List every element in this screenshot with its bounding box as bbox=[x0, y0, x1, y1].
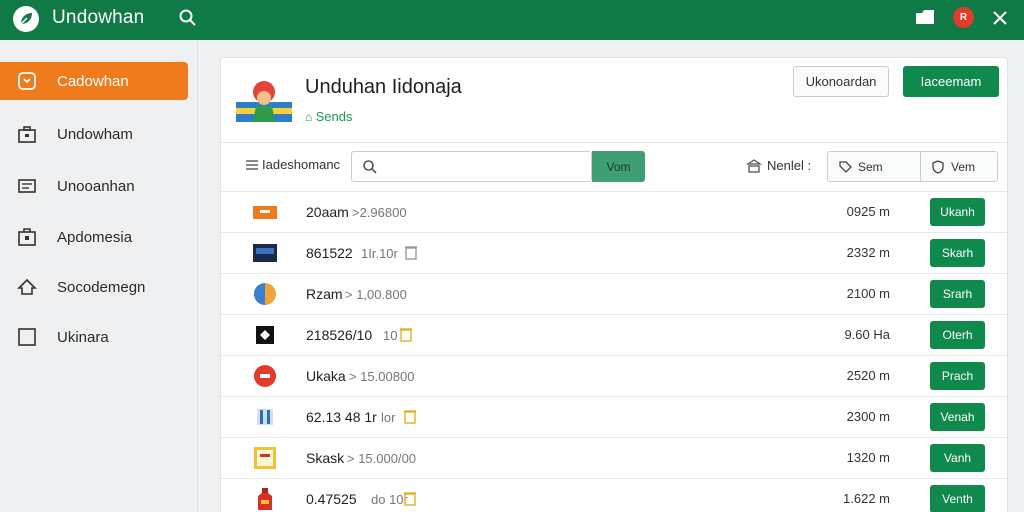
app-logo-icon[interactable] bbox=[13, 6, 39, 32]
red-bottle-icon bbox=[252, 487, 278, 511]
home-small-icon: ⌂ bbox=[305, 110, 316, 124]
primary-button[interactable]: Iaceemam bbox=[903, 66, 999, 97]
download-icon bbox=[17, 71, 37, 91]
view-toggle-sem[interactable]: Sem bbox=[827, 151, 921, 182]
row-name: 861522 bbox=[306, 245, 353, 261]
trash-icon[interactable] bbox=[403, 490, 417, 506]
sidebar-item-cadowhan[interactable]: Cadowhan bbox=[0, 62, 188, 100]
row-action-button[interactable]: Venah bbox=[930, 403, 985, 431]
row-size: 2332 m bbox=[846, 245, 890, 260]
card-dark-icon bbox=[252, 241, 278, 265]
row-size: 1320 m bbox=[846, 450, 890, 465]
sidebar-item-label: Socodemegn bbox=[57, 278, 146, 296]
row-action-button[interactable]: Skarh bbox=[930, 239, 985, 267]
search-icon[interactable] bbox=[178, 8, 198, 28]
briefcase-icon bbox=[17, 124, 37, 144]
yellow-frame-icon bbox=[252, 446, 278, 470]
view-toggle-vem[interactable]: Vem bbox=[920, 151, 998, 182]
sidebar-item-label: Unooanhan bbox=[57, 177, 135, 195]
row-meta: lor bbox=[381, 410, 396, 425]
home-icon bbox=[17, 277, 37, 297]
row-size: 9.60 Ha bbox=[844, 327, 890, 342]
row-meta: > 15.000/00 bbox=[347, 451, 417, 466]
row-meta: >2.96800 bbox=[352, 205, 407, 220]
row-action-button[interactable]: Prach bbox=[930, 362, 985, 390]
shield-icon bbox=[931, 159, 945, 174]
mascot-icon bbox=[236, 72, 292, 122]
header-divider bbox=[221, 142, 1007, 143]
row-name: 0.47525 bbox=[306, 491, 357, 507]
row-name: Skask bbox=[306, 450, 345, 466]
list-item[interactable]: 20aam >2.96800 0925 m Ukanh bbox=[221, 191, 1007, 232]
sidebar-item-unooanhan[interactable]: Unooanhan bbox=[0, 167, 188, 205]
row-size: 2300 m bbox=[846, 409, 890, 424]
list-item[interactable]: Rzam > 1,00.800 2100 m Srarh bbox=[221, 273, 1007, 314]
page-subtitle: ⌂ Sends bbox=[305, 109, 353, 124]
slide-orange-icon bbox=[252, 200, 278, 224]
list-item[interactable]: 861522 1Ir.10r 2332 m Skarh bbox=[221, 232, 1007, 273]
trash-icon[interactable] bbox=[399, 326, 413, 342]
row-action-button[interactable]: Vanh bbox=[930, 444, 985, 472]
close-icon[interactable] bbox=[990, 8, 1010, 28]
list-icon bbox=[17, 176, 37, 196]
search-button[interactable]: Vom bbox=[592, 151, 645, 182]
row-action-button[interactable]: Ukanh bbox=[930, 198, 985, 226]
list-item[interactable]: 218526/10 10 9.60 Ha Oterh bbox=[221, 314, 1007, 355]
tag-icon bbox=[838, 160, 852, 174]
folder-icon[interactable] bbox=[914, 8, 936, 26]
sidebar-item-undowham[interactable]: Undowham bbox=[0, 115, 188, 153]
secondary-button[interactable]: Ukonoardan bbox=[793, 66, 889, 97]
row-name: 62.13 48 1r bbox=[306, 409, 377, 425]
filter-label: Iadeshomanc bbox=[262, 157, 341, 172]
pill-blue-icon bbox=[252, 282, 278, 306]
list-item[interactable]: 0.47525 do 10r 1.622 m Venth bbox=[221, 478, 1007, 512]
list-item[interactable]: 62.13 48 1r lor 2300 m Venah bbox=[221, 396, 1007, 437]
row-name: Ukaka bbox=[306, 368, 346, 384]
notification-badge[interactable]: R bbox=[953, 7, 974, 28]
search-icon bbox=[362, 159, 378, 175]
row-size: 1.622 m bbox=[843, 491, 890, 506]
list-item[interactable]: Skask > 15.000/00 1320 m Vanh bbox=[221, 437, 1007, 478]
top-bar: Undowhan R bbox=[0, 0, 1024, 40]
row-size: 2100 m bbox=[846, 286, 890, 301]
trash-icon[interactable] bbox=[404, 244, 418, 260]
row-meta: > 1,00.800 bbox=[345, 287, 407, 302]
app-title: Undowhan bbox=[52, 7, 145, 28]
black-box-icon bbox=[252, 323, 278, 347]
row-meta: 10 bbox=[383, 328, 398, 343]
main-panel: Unduhan Iidonaja ⌂ Sends Ukonoardan Iace… bbox=[220, 57, 1008, 512]
sort-icon bbox=[745, 158, 763, 174]
row-meta: 1Ir.10r bbox=[361, 246, 398, 261]
square-icon bbox=[17, 327, 37, 347]
sidebar-item-label: Apdomesia bbox=[57, 228, 133, 246]
list-item[interactable]: Ukaka > 15.00800 2520 m Prach bbox=[221, 355, 1007, 396]
red-circle-icon bbox=[252, 364, 278, 388]
row-size: 2520 m bbox=[846, 368, 890, 383]
row-action-button[interactable]: Venth bbox=[930, 485, 985, 512]
sidebar-item-label: Ukinara bbox=[57, 328, 109, 346]
sort-label: Nenlel : bbox=[767, 158, 812, 173]
row-name: 20aam bbox=[306, 204, 349, 220]
box-icon bbox=[17, 227, 37, 247]
sidebar-item-apdomesia[interactable]: Apdomesia bbox=[0, 218, 188, 256]
sidebar-item-socodemegn[interactable]: Socodemegn bbox=[0, 268, 188, 306]
sidebar-item-label: Undowham bbox=[57, 125, 133, 143]
sidebar-item-label: Cadowhan bbox=[57, 72, 129, 90]
search-input[interactable] bbox=[351, 151, 592, 182]
page-title: Unduhan Iidonaja bbox=[305, 76, 462, 98]
row-size: 0925 m bbox=[846, 204, 890, 219]
blue-bars-icon bbox=[252, 405, 278, 429]
row-name: 218526/10 bbox=[306, 327, 373, 343]
filter-icon bbox=[245, 158, 259, 172]
row-action-button[interactable]: Oterh bbox=[930, 321, 985, 349]
row-meta: > 15.00800 bbox=[349, 369, 415, 384]
sidebar: Cadowhan Undowham Unooanhan Apdomesia So… bbox=[0, 40, 198, 512]
trash-icon[interactable] bbox=[403, 408, 417, 424]
sidebar-item-ukinara[interactable]: Ukinara bbox=[0, 318, 188, 356]
row-name: Rzam bbox=[306, 286, 343, 302]
row-action-button[interactable]: Srarh bbox=[930, 280, 985, 308]
